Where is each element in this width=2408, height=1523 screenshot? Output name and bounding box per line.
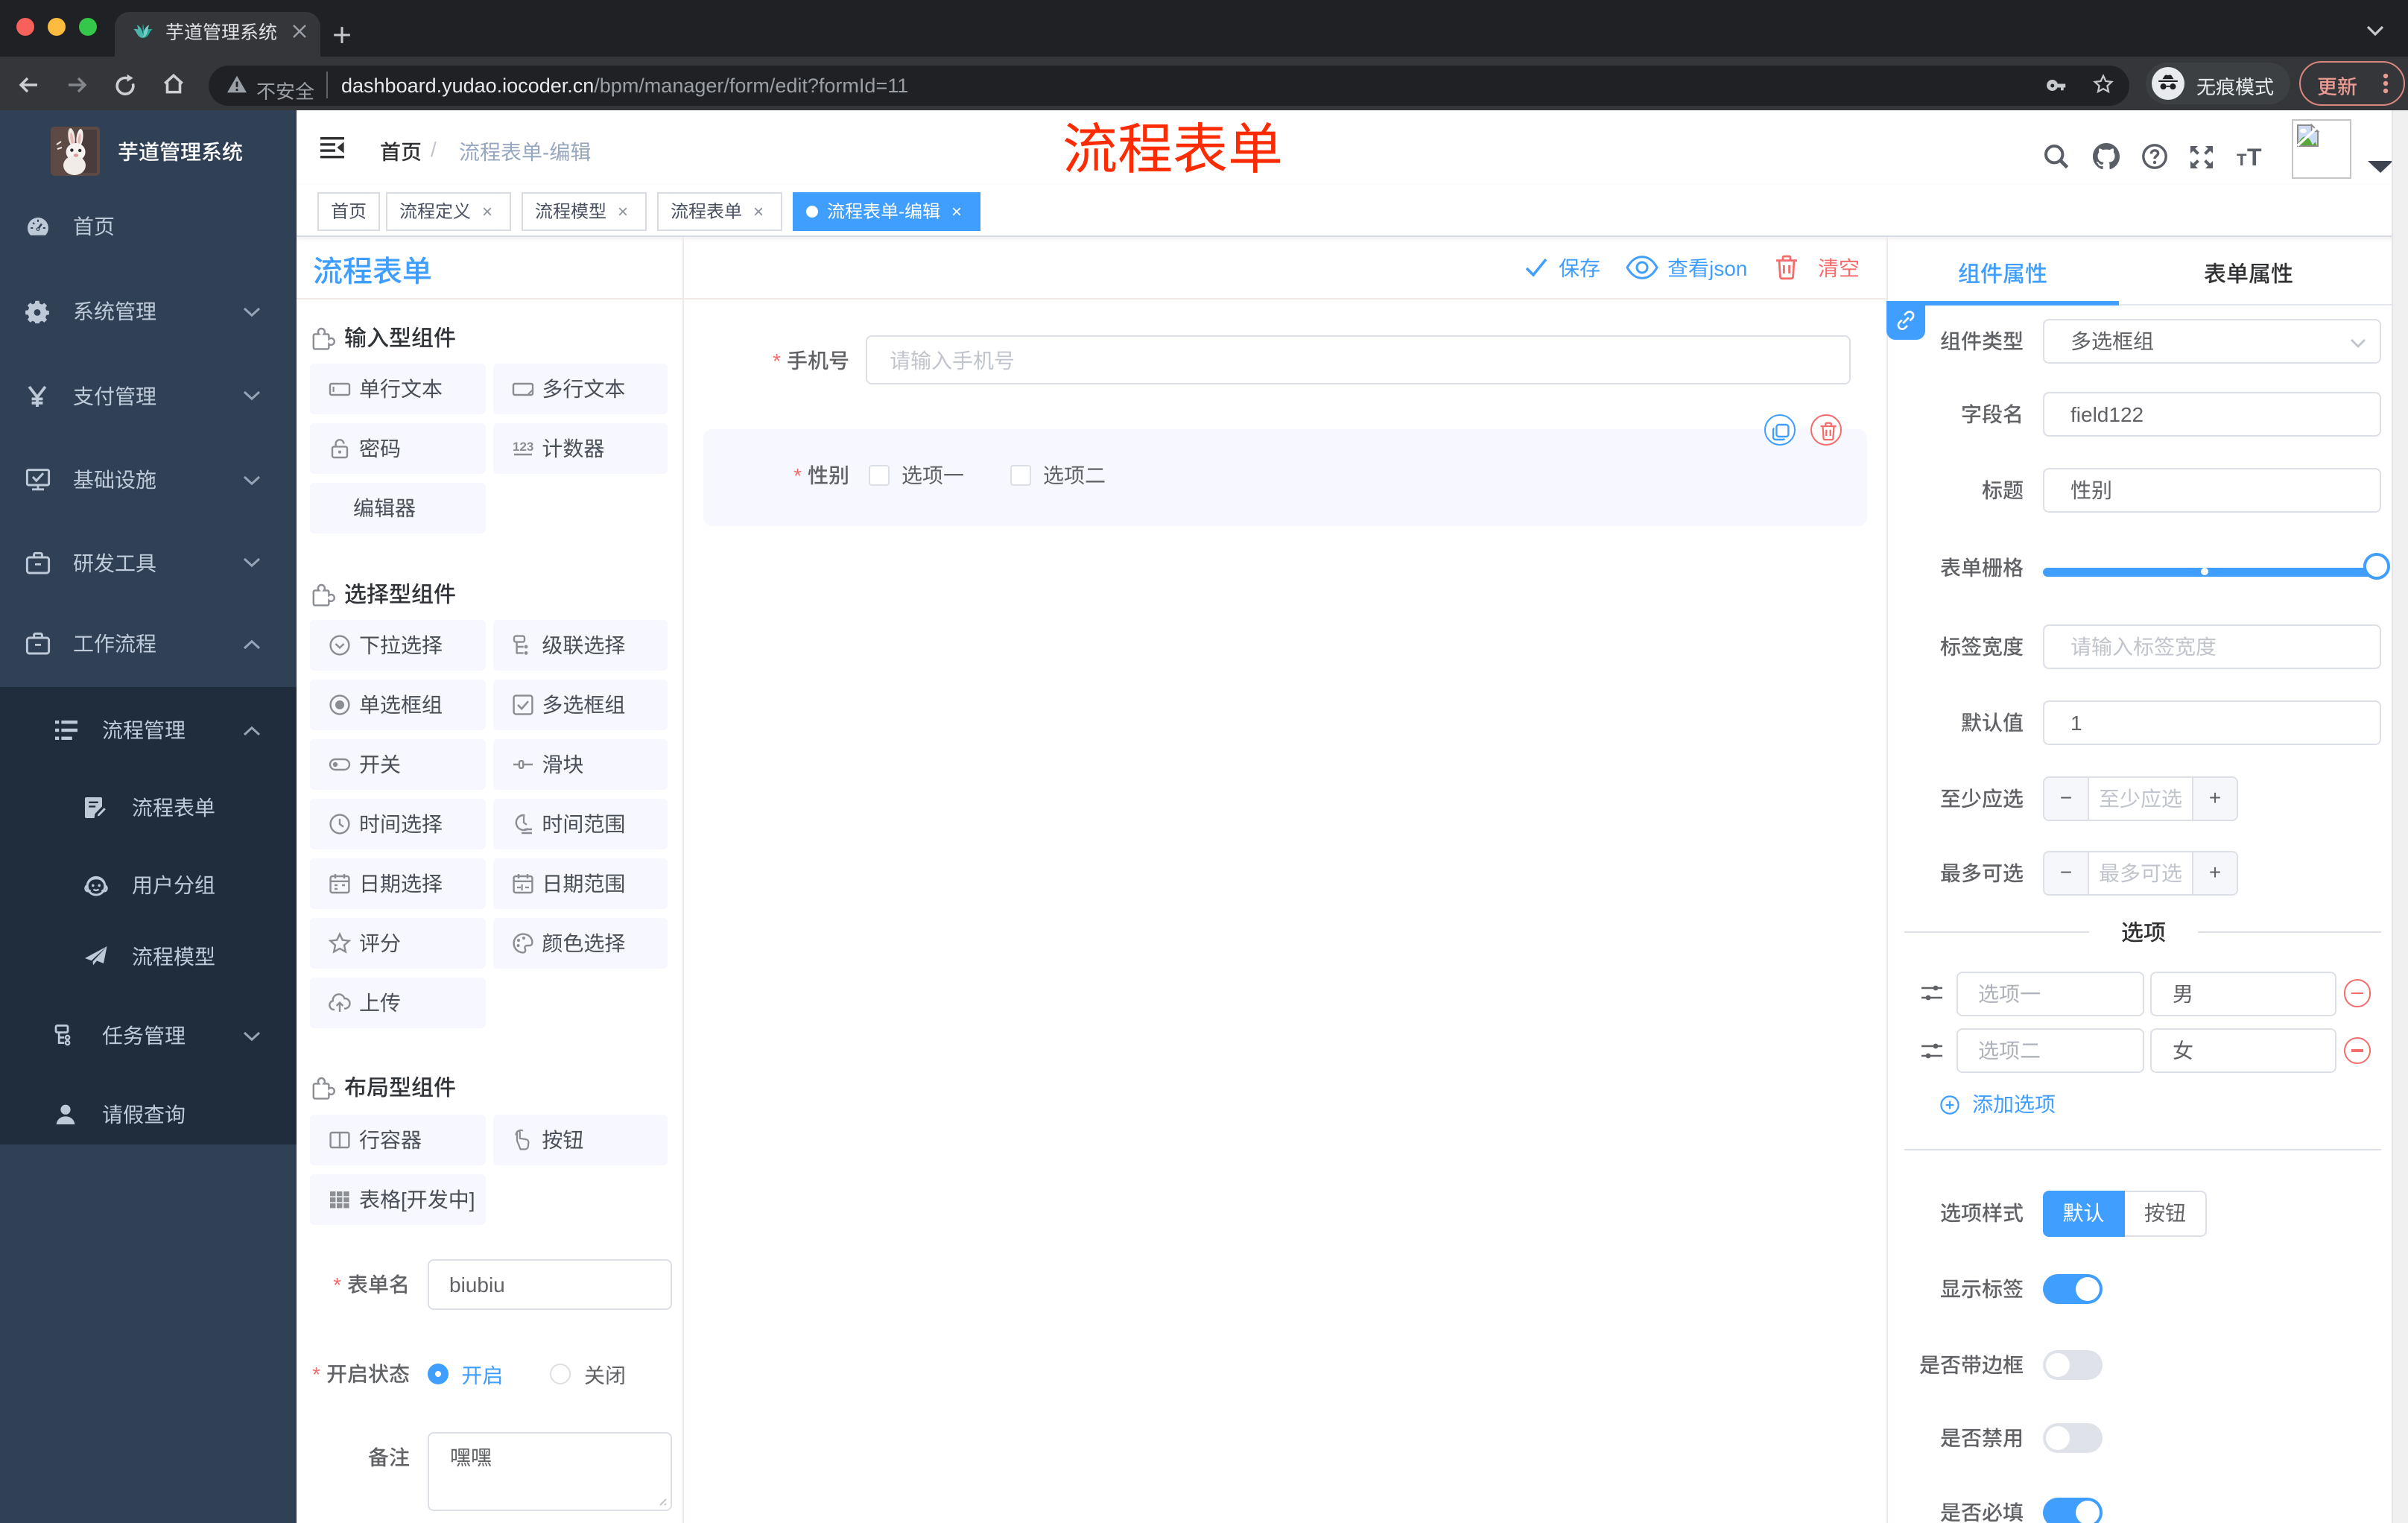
svg-text:123: 123	[512, 439, 533, 453]
svg-text:T: T	[2247, 145, 2262, 170]
svg-text:T: T	[2237, 151, 2247, 169]
